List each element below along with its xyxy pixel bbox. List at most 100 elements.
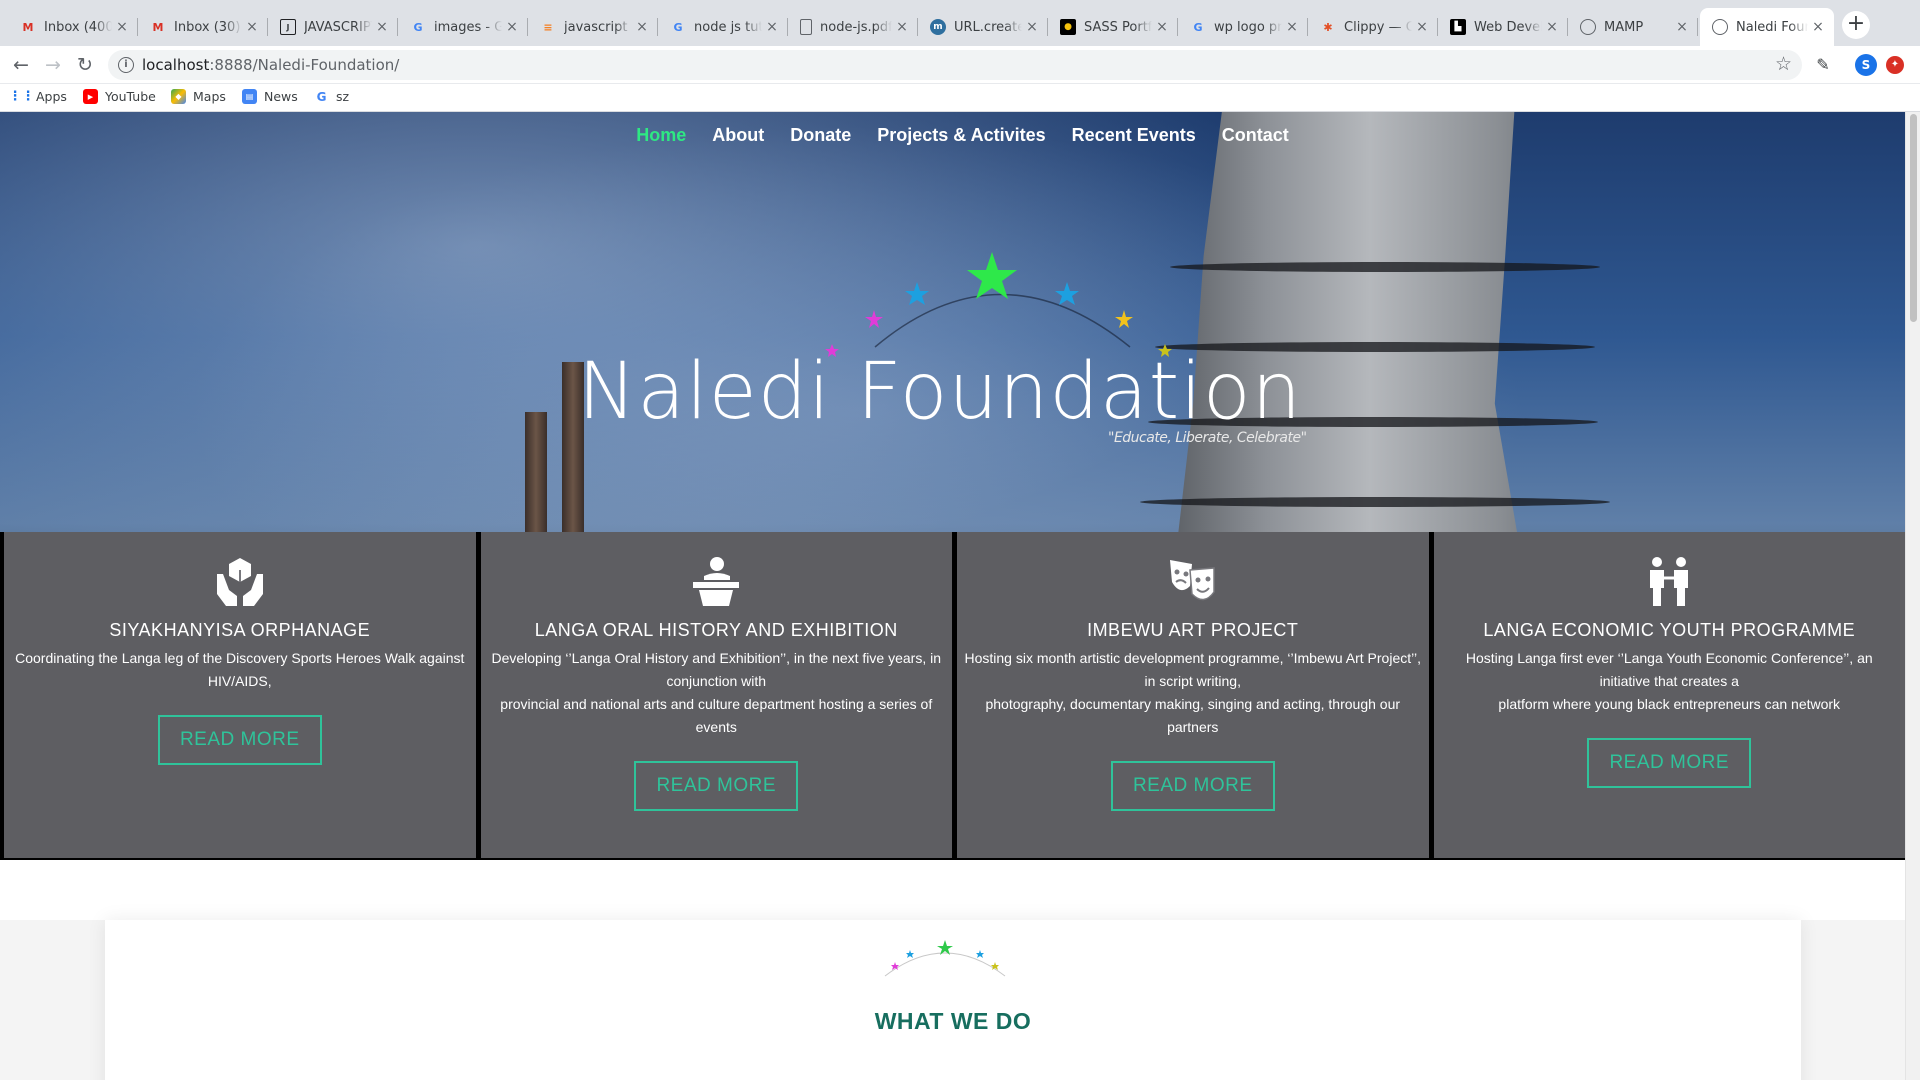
news-icon: ▤ bbox=[242, 89, 257, 104]
tab-title: SASS Portfo bbox=[1084, 19, 1152, 35]
close-icon[interactable]: × bbox=[894, 19, 910, 35]
maps-icon: ◆ bbox=[171, 89, 186, 104]
bookmark-news[interactable]: ▤ News bbox=[242, 89, 298, 104]
site-navigation: Home About Donate Projects & Activites R… bbox=[0, 112, 1905, 158]
url-path: :8888/Naledi-Foundation/ bbox=[209, 56, 400, 74]
star-blue-icon bbox=[905, 282, 929, 305]
browser-tab[interactable]: J JAVASCRIPT × bbox=[268, 8, 398, 46]
forward-arrow-icon[interactable]: → bbox=[40, 52, 66, 78]
read-more-button[interactable]: READ MORE bbox=[1587, 738, 1752, 788]
nav-donate[interactable]: Donate bbox=[790, 125, 851, 146]
webdev-icon: ▙ bbox=[1450, 19, 1466, 35]
close-icon[interactable]: × bbox=[764, 19, 780, 35]
nav-contact[interactable]: Contact bbox=[1222, 125, 1289, 146]
card-title: IMBEWU ART PROJECT bbox=[1087, 620, 1299, 640]
project-card: SIYAKHANYISA ORPHANAGE Coordinating the … bbox=[4, 532, 476, 858]
close-icon[interactable]: × bbox=[374, 19, 390, 35]
info-icon[interactable]: i bbox=[118, 57, 134, 73]
url-text[interactable]: localhost:8888/Naledi-Foundation/ bbox=[142, 56, 399, 74]
bookmark-sz[interactable]: G sz bbox=[314, 89, 350, 104]
star-green-icon bbox=[967, 252, 1017, 299]
read-more-button[interactable]: READ MORE bbox=[1110, 761, 1275, 811]
card-description: Hosting six month artistic development p… bbox=[964, 650, 1421, 735]
close-icon[interactable]: × bbox=[1810, 19, 1826, 35]
tab-title: wp logo png bbox=[1214, 19, 1282, 35]
browser-tab[interactable]: ● SASS Portfo × bbox=[1048, 8, 1178, 46]
browser-tab-strip: M Inbox (400) × M Inbox (30) - × J JAVAS… bbox=[0, 0, 1920, 46]
google-icon: G bbox=[316, 89, 327, 104]
close-icon[interactable]: × bbox=[1024, 19, 1040, 35]
star-yellow-icon bbox=[1115, 310, 1133, 328]
close-icon[interactable]: × bbox=[1414, 19, 1430, 35]
close-icon[interactable]: × bbox=[634, 19, 650, 35]
tab-title: node-js.pdf bbox=[820, 19, 892, 35]
card-title: LANGA ORAL HISTORY AND EXHIBITION bbox=[534, 620, 898, 640]
nav-recent-events[interactable]: Recent Events bbox=[1072, 125, 1196, 146]
gmail-icon: M bbox=[22, 20, 34, 34]
globe-icon bbox=[1712, 19, 1728, 35]
bookmark-apps[interactable]: ⋮⋮ Apps bbox=[8, 89, 67, 104]
project-cards: SIYAKHANYISA ORPHANAGE Coordinating the … bbox=[0, 532, 1905, 862]
tab-title: Naledi Foun bbox=[1736, 19, 1808, 35]
close-icon[interactable]: × bbox=[504, 19, 520, 35]
bookmark-label: sz bbox=[336, 89, 350, 104]
browser-tab[interactable]: ✱ Clippy — CS × bbox=[1308, 8, 1438, 46]
tab-title: Web Develo bbox=[1474, 19, 1542, 35]
portfolio-icon: ● bbox=[1060, 19, 1076, 35]
gmail-icon: M bbox=[152, 20, 164, 34]
bookmarks-bar: ⋮⋮ Apps ▶ YouTube ◆ Maps ▤ News G sz bbox=[0, 84, 1920, 112]
people-icon bbox=[1650, 557, 1689, 606]
browser-tab-active[interactable]: Naledi Foun × bbox=[1700, 8, 1834, 46]
hero-banner: Home About Donate Projects & Activites R… bbox=[0, 112, 1905, 912]
browser-tab[interactable]: m URL.createO × bbox=[918, 8, 1048, 46]
browser-tab[interactable]: ▙ Web Develo × bbox=[1438, 8, 1568, 46]
close-icon[interactable]: × bbox=[1284, 19, 1300, 35]
read-more-button[interactable]: READ MORE bbox=[157, 715, 322, 765]
browser-tab[interactable]: MAMP × bbox=[1568, 8, 1698, 46]
tab-title: javascript - bbox=[564, 19, 632, 35]
page-scrollbar[interactable] bbox=[1905, 112, 1920, 1080]
eyedropper-extension-icon[interactable]: ✎ bbox=[1812, 54, 1834, 76]
browser-tab[interactable]: ≡ javascript - × bbox=[528, 8, 658, 46]
browser-tab[interactable]: G node js tuto × bbox=[658, 8, 788, 46]
bookmark-maps[interactable]: ◆ Maps bbox=[171, 89, 226, 104]
browser-tab[interactable]: M Inbox (400) × bbox=[8, 8, 138, 46]
tower-ring bbox=[1140, 497, 1610, 507]
reload-icon[interactable]: ↻ bbox=[72, 52, 98, 78]
close-icon[interactable]: × bbox=[114, 19, 130, 35]
browser-tab[interactable]: G wp logo png × bbox=[1178, 8, 1308, 46]
tab-title: JAVASCRIPT bbox=[304, 19, 372, 35]
close-icon[interactable]: × bbox=[1674, 19, 1690, 35]
bookmark-star-icon[interactable]: ☆ bbox=[1775, 53, 1792, 75]
clippy-icon: ✱ bbox=[1323, 20, 1333, 34]
browser-tab[interactable]: node-js.pdf × bbox=[788, 8, 918, 46]
back-arrow-icon[interactable]: ← bbox=[8, 52, 34, 78]
tab-title: Inbox (400) bbox=[44, 19, 112, 35]
bookmark-youtube[interactable]: ▶ YouTube bbox=[83, 89, 156, 104]
tab-title: URL.createO bbox=[954, 19, 1022, 35]
browser-tab[interactable]: M Inbox (30) - × bbox=[138, 8, 268, 46]
profile-avatar[interactable]: S bbox=[1855, 54, 1877, 76]
tower-ring bbox=[1170, 262, 1600, 272]
close-icon[interactable]: × bbox=[244, 19, 260, 35]
browser-tab[interactable]: G images - Go × bbox=[398, 8, 528, 46]
google-icon: G bbox=[673, 20, 683, 34]
section-spacer bbox=[0, 860, 1905, 920]
site-tagline: "Educate, Liberate, Celebrate" bbox=[1108, 430, 1307, 446]
apps-grid-icon: ⋮⋮ bbox=[8, 89, 35, 104]
new-tab-button[interactable]: + bbox=[1842, 11, 1870, 39]
star-pink-icon bbox=[865, 310, 883, 328]
nav-projects-activities[interactable]: Projects & Activites bbox=[877, 125, 1045, 146]
close-icon[interactable]: × bbox=[1154, 19, 1170, 35]
tab-title: Inbox (30) - bbox=[174, 19, 242, 35]
nav-about[interactable]: About bbox=[712, 125, 764, 146]
scrollbar-thumb[interactable] bbox=[1910, 114, 1917, 322]
address-bar[interactable]: i localhost:8888/Naledi-Foundation/ ☆ bbox=[108, 50, 1802, 80]
read-more-button[interactable]: READ MORE bbox=[634, 761, 799, 811]
theatre-masks-icon bbox=[1169, 560, 1215, 601]
extension-icon[interactable]: ✦ bbox=[1886, 56, 1904, 74]
card-description: Developing ‘’Langa Oral History and Exhi… bbox=[491, 650, 942, 735]
nav-home[interactable]: Home bbox=[636, 125, 686, 146]
tab-title: MAMP bbox=[1604, 19, 1644, 35]
close-icon[interactable]: × bbox=[1544, 19, 1560, 35]
